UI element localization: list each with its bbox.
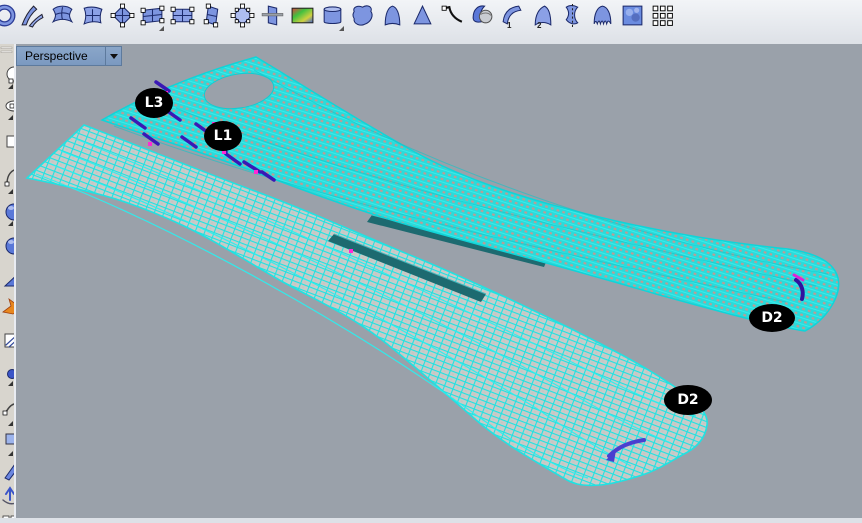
extrude-along-curve-button[interactable]	[348, 3, 376, 33]
patch-surface-button[interactable]	[78, 3, 106, 33]
surface-from-point-grid-button[interactable]	[228, 3, 256, 33]
annotation-label: D2	[677, 392, 698, 408]
main-toolbar-clipped[interactable]	[0, 44, 16, 518]
rail-revolve-button[interactable]	[588, 3, 616, 33]
surface-from-corner-points-button[interactable]	[108, 3, 136, 33]
extrude-tapered-icon	[380, 3, 405, 28]
extrude-straight-icon	[260, 3, 285, 28]
flyout-indicator-icon	[8, 189, 13, 194]
extrude-to-point-button[interactable]	[408, 3, 436, 33]
extrude-to-point-icon	[410, 3, 435, 28]
annotation-D2-lower[interactable]: D2	[664, 385, 712, 415]
flyout-indicator-icon	[8, 84, 13, 89]
annotation-L3[interactable]: L3	[135, 88, 173, 118]
hatch-tool-icon[interactable]	[5, 334, 14, 347]
pencil-tool-icon[interactable]	[5, 464, 14, 480]
wedge-tool-icon[interactable]	[5, 272, 14, 286]
surface-from-network-button[interactable]	[48, 3, 76, 33]
fillet-surface-button[interactable]: 1	[498, 3, 526, 33]
extrude-along-curve-icon	[350, 3, 375, 28]
flyout-indicator-icon	[8, 421, 13, 426]
ribbon-button[interactable]	[438, 3, 466, 33]
surface-ring-icon	[0, 3, 16, 28]
surface-ring-button[interactable]	[0, 3, 17, 33]
flyout-indicator-icon	[8, 381, 13, 386]
rectangular-plane-button[interactable]	[138, 3, 166, 33]
annotation-label: L3	[145, 95, 164, 111]
picture-frame-button[interactable]	[288, 3, 316, 33]
ribbon-icon	[440, 3, 465, 28]
surface-tools-toolbar: 1 2	[0, 0, 862, 45]
annotation-label: D2	[761, 310, 782, 326]
sweep-one-rail-button[interactable]	[468, 3, 496, 33]
heightfield-button[interactable]	[618, 3, 646, 33]
explode-tool-icon[interactable]	[3, 297, 14, 314]
rectangular-plane-icon	[140, 3, 165, 28]
revolve-button[interactable]	[558, 3, 586, 33]
point-tool-icon[interactable]	[8, 370, 15, 379]
flyout-indicator-icon	[159, 26, 164, 31]
extrude-tapered-button[interactable]	[378, 3, 406, 33]
rail-revolve-icon	[590, 3, 615, 28]
viewport-title-dropdown[interactable]	[106, 47, 121, 65]
perspective-viewport[interactable]: Perspective	[16, 44, 862, 518]
curve-tool-icon[interactable]	[3, 404, 14, 415]
flyout-indicator-icon	[8, 451, 13, 456]
annotation-L1[interactable]: L1	[204, 121, 242, 151]
viewport-title-tab[interactable]: Perspective	[16, 46, 122, 66]
flyout-indicator-icon	[8, 221, 13, 226]
annotation-label: L1	[214, 128, 233, 144]
fillet-surface-icon	[500, 3, 525, 28]
toolbar-gripper[interactable]	[1, 47, 12, 53]
surface-from-point-grid-icon	[230, 3, 255, 28]
sweep-one-rail-icon	[470, 3, 495, 28]
annotation-D2-upper[interactable]: D2	[749, 304, 795, 332]
drape-point-grid-button[interactable]	[648, 3, 676, 33]
cutting-plane-icon	[170, 3, 195, 28]
ellipse-tool-icon[interactable]	[6, 101, 14, 111]
sphere-tool-icon[interactable]	[6, 204, 14, 220]
revolve-icon	[560, 3, 585, 28]
surface-from-corner-points-icon	[110, 3, 135, 28]
arc-tool-icon[interactable]	[5, 168, 14, 186]
surface-from-points-button[interactable]	[18, 3, 46, 33]
rectangle-tool-icon[interactable]	[7, 136, 14, 147]
surface-tool-icon[interactable]	[6, 434, 14, 444]
viewport-canvas[interactable]: L3 L1 D2 D2	[16, 44, 862, 518]
viewport-title: Perspective	[17, 49, 105, 63]
extrude-surface-icon	[320, 3, 345, 28]
pull-tool-icon[interactable]	[3, 488, 14, 504]
cutting-plane-button[interactable]	[168, 3, 196, 33]
heightfield-icon	[620, 3, 645, 28]
ellipsoid-tool-icon[interactable]	[6, 238, 14, 254]
vertical-plane-icon	[200, 3, 225, 28]
blend-surface-button[interactable]: 2	[528, 3, 556, 33]
circle-tool-icon[interactable]	[7, 67, 14, 83]
extrude-surface-button[interactable]	[318, 3, 346, 33]
extrude-straight-button[interactable]	[258, 3, 286, 33]
drape-point-grid-icon	[650, 3, 675, 28]
blend-surface-icon	[530, 3, 555, 28]
picture-frame-icon	[290, 3, 315, 28]
patch-surface-icon	[80, 3, 105, 28]
surface-from-points-icon	[20, 3, 45, 28]
chevron-down-icon	[110, 54, 118, 59]
flyout-indicator-icon	[8, 115, 13, 120]
flyout-indicator-icon	[339, 26, 344, 31]
surface-from-network-icon	[50, 3, 75, 28]
vertical-plane-button[interactable]	[198, 3, 226, 33]
